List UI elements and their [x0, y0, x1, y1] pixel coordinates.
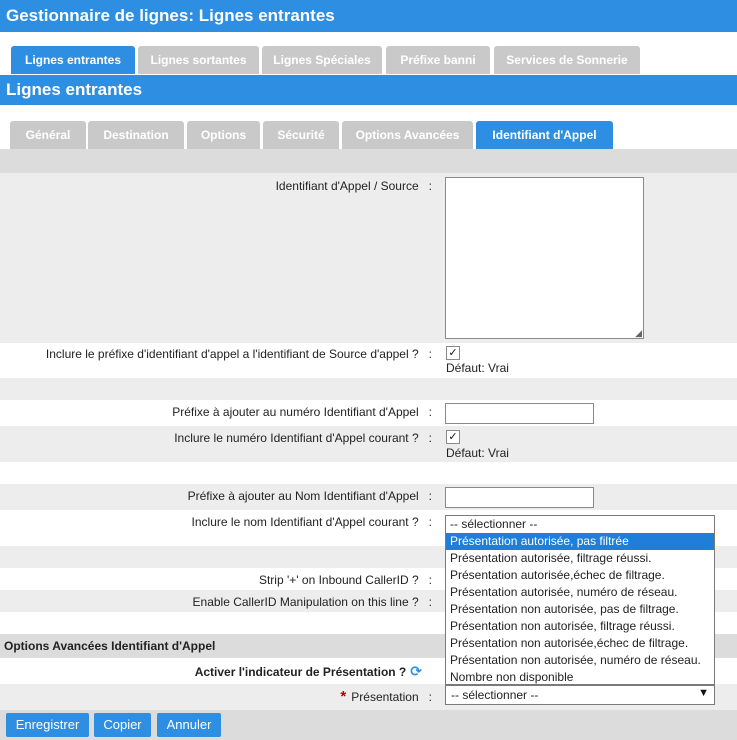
presentation-select-value: -- sélectionner --	[451, 688, 539, 702]
indicator-label: Activer l'indicateur de Présentation ? ⟳	[194, 663, 422, 679]
prefix-number-input[interactable]	[445, 403, 594, 424]
include-prefix-default: Défaut: Vrai	[446, 361, 509, 375]
advanced-section-header: Options Avancées Identifiant d'Appel	[4, 639, 216, 653]
include-number-checkbox[interactable]: ✓	[446, 430, 460, 444]
tab-options[interactable]: Options	[187, 121, 260, 149]
save-button[interactable]: Enregistrer	[6, 713, 89, 737]
dropdown-option[interactable]: Présentation autorisée, filtrage réussi.	[446, 550, 714, 567]
page-title: Gestionnaire de lignes: Lignes entrantes	[0, 0, 737, 32]
include-name-label: Inclure le nom Identifiant d'Appel coura…	[191, 515, 432, 529]
strip-plus-label: Strip '+' on Inbound CallerID ?:	[258, 573, 432, 587]
tab-general[interactable]: Général	[10, 121, 86, 149]
dropdown-option[interactable]: Présentation autorisée,échec de filtrage…	[446, 567, 714, 584]
dropdown-option[interactable]: Présentation autorisée, numéro de réseau…	[446, 584, 714, 601]
tab-lignes-sortantes[interactable]: Lignes sortantes	[138, 46, 259, 74]
dropdown-option[interactable]: Présentation non autorisée,échec de filt…	[446, 635, 714, 652]
enable-manip-label: Enable CallerID Manipulation on this lin…	[192, 595, 432, 609]
dropdown-option-highlighted[interactable]: Présentation autorisée, pas filtrée	[446, 533, 714, 550]
presentation-select[interactable]: -- sélectionner -- ▼	[445, 685, 715, 705]
dropdown-option[interactable]: Présentation non autorisée, filtrage réu…	[446, 618, 714, 635]
form-header-band	[0, 149, 737, 173]
copy-button[interactable]: Copier	[94, 713, 151, 737]
resize-grip-icon[interactable]: ◢	[635, 329, 642, 338]
spacer-row	[0, 378, 737, 400]
prefix-name-label: Préfixe à ajouter au Nom Identifiant d'A…	[187, 489, 432, 503]
cid-source-label: Identifiant d'Appel / Source:	[275, 179, 432, 193]
dropdown-option[interactable]: Présentation non autorisée, pas de filtr…	[446, 601, 714, 618]
include-number-label: Inclure le numéro Identifiant d'Appel co…	[174, 431, 432, 445]
include-prefix-checkbox[interactable]: ✓	[446, 346, 460, 360]
tab-prefixe-banni[interactable]: Préfixe banni	[386, 46, 490, 74]
section-title: Lignes entrantes	[0, 75, 737, 105]
tab-securite[interactable]: Sécurité	[263, 121, 339, 149]
presentation-label: * Présentation:	[340, 688, 432, 705]
prefix-name-input[interactable]	[445, 487, 594, 508]
tab-lignes-entrantes[interactable]: Lignes entrantes	[11, 46, 135, 74]
spacer-row	[0, 462, 737, 484]
chevron-down-icon: ▼	[698, 687, 709, 699]
tab-options-avancees[interactable]: Options Avancées	[342, 121, 473, 149]
required-icon: *	[340, 688, 347, 705]
tab-services-sonnerie[interactable]: Services de Sonnerie	[494, 46, 640, 74]
presentation-dropdown-list[interactable]: -- sélectionner -- Présentation autorisé…	[445, 515, 715, 685]
prefix-number-label: Préfixe à ajouter au numéro Identifiant …	[172, 405, 432, 419]
dropdown-option[interactable]: -- sélectionner --	[446, 516, 714, 533]
cancel-button[interactable]: Annuler	[157, 713, 221, 737]
include-number-default: Défaut: Vrai	[446, 446, 509, 460]
refresh-icon[interactable]: ⟳	[410, 663, 422, 679]
sub-tabs: Général Destination Options Sécurité Opt…	[0, 121, 737, 149]
tab-lignes-speciales[interactable]: Lignes Spéciales	[262, 46, 382, 74]
include-prefix-label: Inclure le préfixe d'identifiant d'appel…	[45, 347, 432, 361]
cid-source-textarea[interactable]: ◢	[445, 177, 644, 339]
dropdown-option[interactable]: Nombre non disponible	[446, 669, 714, 686]
dropdown-option[interactable]: Présentation non autorisée, numéro de ré…	[446, 652, 714, 669]
tab-destination[interactable]: Destination	[88, 121, 184, 149]
tab-identifiant-appel[interactable]: Identifiant d'Appel	[476, 121, 613, 149]
